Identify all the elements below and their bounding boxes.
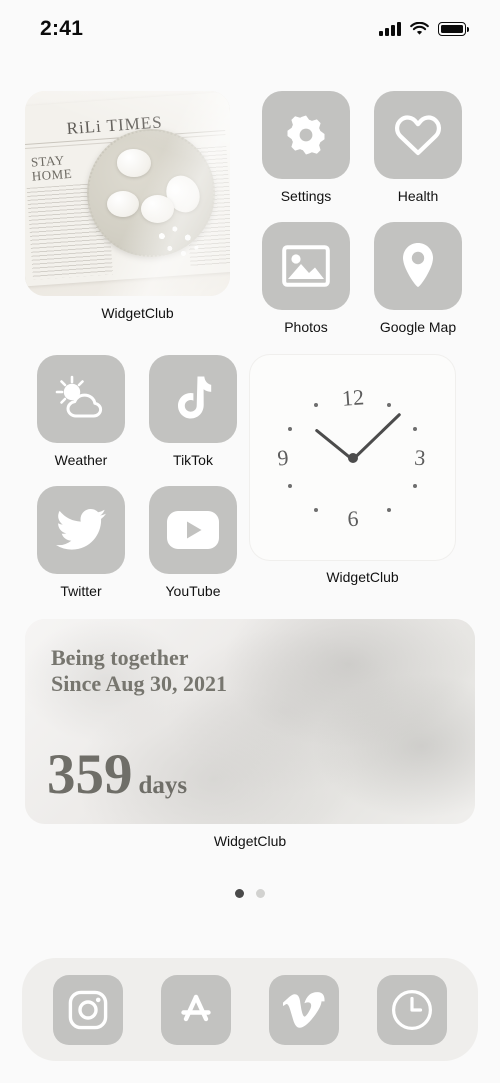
page-dot-1[interactable] bbox=[235, 889, 244, 898]
clock-widget[interactable]: 12 3 6 9 bbox=[250, 355, 455, 560]
app-twitter[interactable]: Twitter bbox=[25, 486, 137, 599]
wifi-icon bbox=[410, 22, 429, 36]
grid-row-1: RiLi TIMES STAY HOME WidgetClub Settings… bbox=[25, 91, 475, 335]
clock-tick-10 bbox=[287, 426, 292, 431]
clock-tick-4 bbox=[413, 484, 418, 489]
dock-app-clock[interactable] bbox=[377, 974, 447, 1045]
weather-tile[interactable] bbox=[37, 355, 125, 443]
status-bar: 2:41 bbox=[0, 0, 500, 58]
clock-number-12: 12 bbox=[340, 384, 365, 411]
app-store-icon bbox=[175, 990, 217, 1030]
photo-widget[interactable]: RiLi TIMES STAY HOME bbox=[25, 91, 230, 296]
clock-minute-hand bbox=[351, 412, 402, 461]
app-label: Weather bbox=[54, 452, 108, 468]
app-photos[interactable]: Photos bbox=[250, 222, 362, 335]
apps-mid-left-block: Weather TikTok Twitter YouTube bbox=[25, 355, 250, 599]
clock-tick-5 bbox=[387, 507, 392, 512]
countdown-title: Being together Since Aug 30, 2021 bbox=[51, 645, 227, 697]
app-weather[interactable]: Weather bbox=[25, 355, 137, 468]
clock-tick-8 bbox=[287, 484, 292, 489]
clock-widget-cell: 12 3 6 9 WidgetClub bbox=[250, 355, 475, 599]
page-indicator[interactable] bbox=[25, 889, 475, 898]
sun-cloud-icon bbox=[55, 375, 107, 423]
countdown-days-group: 359 days bbox=[47, 743, 188, 806]
apps-row-settings-health: Settings Health bbox=[250, 91, 475, 204]
app-label: TikTok bbox=[173, 452, 213, 468]
apps-row-photos-map: Photos Google Map bbox=[250, 222, 475, 335]
grid-row-3: Being together Since Aug 30, 2021 359 da… bbox=[25, 619, 475, 849]
clock-number-6: 6 bbox=[346, 505, 359, 532]
app-youtube[interactable]: YouTube bbox=[137, 486, 249, 599]
app-grid: RiLi TIMES STAY HOME WidgetClub Settings… bbox=[0, 58, 500, 898]
app-tiktok[interactable]: TikTok bbox=[137, 355, 249, 468]
clock-tick-2 bbox=[413, 426, 418, 431]
app-label: Settings bbox=[280, 188, 332, 204]
youtube-play-icon bbox=[166, 510, 220, 550]
apps-top-right-block: Settings Health Photos Google Map bbox=[250, 91, 475, 335]
cellular-signal-icon bbox=[379, 22, 401, 36]
dock-app-instagram[interactable] bbox=[53, 974, 123, 1045]
newspaper-headline: STAY HOME bbox=[30, 152, 73, 184]
macaron-flower-shape bbox=[117, 149, 151, 177]
macaron-3 bbox=[107, 191, 139, 217]
gear-icon bbox=[283, 112, 329, 158]
photo-widget-cell: RiLi TIMES STAY HOME WidgetClub bbox=[25, 91, 250, 335]
dock bbox=[22, 958, 478, 1061]
vimeo-icon bbox=[283, 991, 325, 1029]
heart-outline-icon bbox=[393, 112, 443, 158]
app-settings[interactable]: Settings bbox=[250, 91, 362, 204]
app-health[interactable]: Health bbox=[362, 91, 474, 204]
babys-breath-flowers bbox=[146, 216, 218, 288]
clock-widget-label: WidgetClub bbox=[326, 569, 399, 585]
home-screen: 2:41 RiLi TIMES STAY HOME WidgetClub Set… bbox=[0, 0, 500, 1083]
settings-tile[interactable] bbox=[262, 91, 350, 179]
apps-row-twitter-youtube: Twitter YouTube bbox=[25, 486, 250, 599]
photo-image-icon bbox=[282, 245, 330, 287]
photos-tile[interactable] bbox=[262, 222, 350, 310]
clock-number-9: 9 bbox=[276, 444, 290, 470]
countdown-days-count: 359 bbox=[47, 743, 133, 806]
app-label: Twitter bbox=[60, 583, 102, 599]
countdown-days-unit: days bbox=[138, 772, 188, 799]
photo-widget-label: WidgetClub bbox=[101, 305, 174, 321]
clock-face-icon bbox=[391, 989, 433, 1031]
dock-app-app-store[interactable] bbox=[161, 974, 231, 1045]
countdown-widget[interactable]: Being together Since Aug 30, 2021 359 da… bbox=[25, 619, 475, 824]
countdown-title-line2: Since Aug 30, 2021 bbox=[51, 671, 228, 696]
map-pin-icon bbox=[401, 242, 435, 290]
battery-full-icon bbox=[438, 22, 469, 36]
tiktok-tile[interactable] bbox=[149, 355, 237, 443]
clock-tick-1 bbox=[387, 403, 392, 408]
status-icons bbox=[379, 22, 469, 36]
clock-tick-11 bbox=[313, 403, 318, 408]
tiktok-note-icon bbox=[173, 375, 213, 423]
app-google-map[interactable]: Google Map bbox=[362, 222, 474, 335]
instagram-camera-icon bbox=[68, 990, 108, 1030]
twitter-bird-icon bbox=[55, 508, 107, 552]
apps-row-weather-tiktok: Weather TikTok bbox=[25, 355, 250, 468]
app-label: Photos bbox=[284, 319, 328, 335]
countdown-title-line1: Being together bbox=[51, 645, 189, 670]
status-time: 2:41 bbox=[40, 17, 84, 40]
health-tile[interactable] bbox=[374, 91, 462, 179]
google-map-tile[interactable] bbox=[374, 222, 462, 310]
twitter-tile[interactable] bbox=[37, 486, 125, 574]
grid-row-2: Weather TikTok Twitter YouTube 12 3 6 9 … bbox=[25, 355, 475, 599]
youtube-tile[interactable] bbox=[149, 486, 237, 574]
clock-face: 12 3 6 9 bbox=[250, 355, 455, 560]
countdown-widget-cell: Being together Since Aug 30, 2021 359 da… bbox=[25, 619, 475, 849]
clock-tick-7 bbox=[313, 507, 318, 512]
app-label: Health bbox=[397, 188, 439, 204]
clock-number-3: 3 bbox=[413, 444, 427, 470]
clock-center-cap bbox=[347, 452, 358, 463]
app-label: YouTube bbox=[165, 583, 221, 599]
dock-app-vimeo[interactable] bbox=[269, 974, 339, 1045]
app-label: Google Map bbox=[379, 319, 457, 335]
page-dot-2[interactable] bbox=[256, 889, 265, 898]
countdown-widget-label: WidgetClub bbox=[213, 833, 287, 849]
